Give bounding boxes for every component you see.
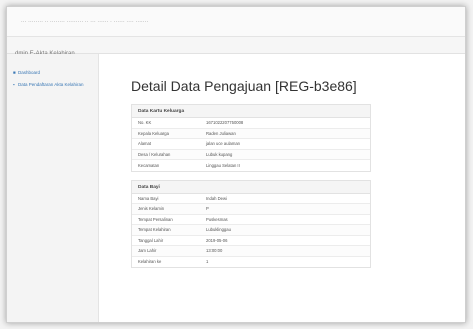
sidebar-item-label: Data Pendaftaran Akta Kelahiran xyxy=(18,82,84,87)
main-content: Detail Data Pengajuan [REG-b3e86] Data K… xyxy=(99,54,465,322)
sidebar: ■ Dashboard ▪ Data Pendaftaran Akta Kela… xyxy=(7,54,99,322)
bayi-panel-heading: Data Bayi xyxy=(132,180,370,194)
row-value: 1 xyxy=(206,259,209,265)
table-row: Kecamatan Linggau Selatan II xyxy=(132,160,370,171)
address-bar[interactable]: ··· ········ ·· ········ ········· ·· ··… xyxy=(21,19,149,25)
table-row: Tanggal Lahir 2019-05-06 xyxy=(132,236,370,246)
row-label: Nama Bayi xyxy=(138,195,159,201)
row-label: Jenis Kelamin xyxy=(138,206,165,212)
browser-toolbar: ··· ········ ·· ········ ········· ·· ··… xyxy=(7,7,465,37)
browser-window: ··· ········ ·· ········ ········· ·· ··… xyxy=(6,6,466,323)
sidebar-item-label: Dashboard xyxy=(18,70,41,75)
bayi-panel: Data Bayi Nama Bayi Indah Dewi Jenis Kel… xyxy=(131,179,371,268)
row-value: 13:00:00 xyxy=(206,248,223,254)
row-label: Tanggal Lahir xyxy=(138,237,164,243)
row-label: Tempat Persalinan xyxy=(138,216,173,222)
row-value: Linggau Selatan II xyxy=(206,162,240,168)
table-row: Kelahiran ke 1 xyxy=(132,257,370,268)
page-layout: ■ Dashboard ▪ Data Pendaftaran Akta Kela… xyxy=(7,54,465,322)
sidebar-item-dashboard[interactable]: ■ Dashboard xyxy=(7,68,98,80)
page-title: Detail Data Pengajuan [REG-b3e86] xyxy=(131,78,357,94)
row-label: Kecamatan xyxy=(138,162,160,168)
row-label: Jam Lahir xyxy=(138,248,157,254)
row-label: Desa / Kelurahan xyxy=(138,151,171,157)
row-value: jalan uce aulaman xyxy=(206,141,240,147)
app-header: dmin E-Akta Kelahiran xyxy=(7,37,465,57)
row-value: Indah Dewi xyxy=(206,195,227,201)
row-label: No. KK xyxy=(138,120,152,126)
row-value: 2019-05-06 xyxy=(206,237,228,243)
kk-panel: Data Kartu Keluarga No. KK 1671022207750… xyxy=(131,104,371,172)
table-row: No. KK 1671022207750008 xyxy=(132,118,370,129)
table-row: Alamat jalan uce aulaman xyxy=(132,139,370,150)
table-row: Jam Lahir 13:00:00 xyxy=(132,246,370,257)
table-row: Jenis Kelamin P xyxy=(132,204,370,215)
row-value: Puskesmas xyxy=(206,216,228,222)
table-row: Kepala Keluarga Raden Juliawan xyxy=(132,128,370,139)
sidebar-item-data-pendaftaran[interactable]: ▪ Data Pendaftaran Akta Kelahiran xyxy=(7,80,98,92)
row-value: Lubuklinggau xyxy=(206,227,231,233)
row-label: Tempat Kelahiran xyxy=(138,227,171,233)
row-value: Lubuk kupang xyxy=(206,151,233,157)
row-label: Kepala Keluarga xyxy=(138,130,169,136)
row-value: Raden Juliawan xyxy=(206,130,236,136)
row-label: Alamat xyxy=(138,141,152,147)
table-row: Desa / Kelurahan Lubuk kupang xyxy=(132,149,370,160)
table-row: Tempat Kelahiran Lubuklinggau xyxy=(132,225,370,236)
table-row: Tempat Persalinan Puskesmas xyxy=(132,215,370,225)
row-label: Kelahiran ke xyxy=(138,259,162,265)
table-row: Nama Bayi Indah Dewi xyxy=(132,194,370,204)
kk-panel-heading: Data Kartu Keluarga xyxy=(132,105,370,118)
row-value: P xyxy=(206,206,209,212)
row-value: 1671022207750008 xyxy=(206,120,244,126)
